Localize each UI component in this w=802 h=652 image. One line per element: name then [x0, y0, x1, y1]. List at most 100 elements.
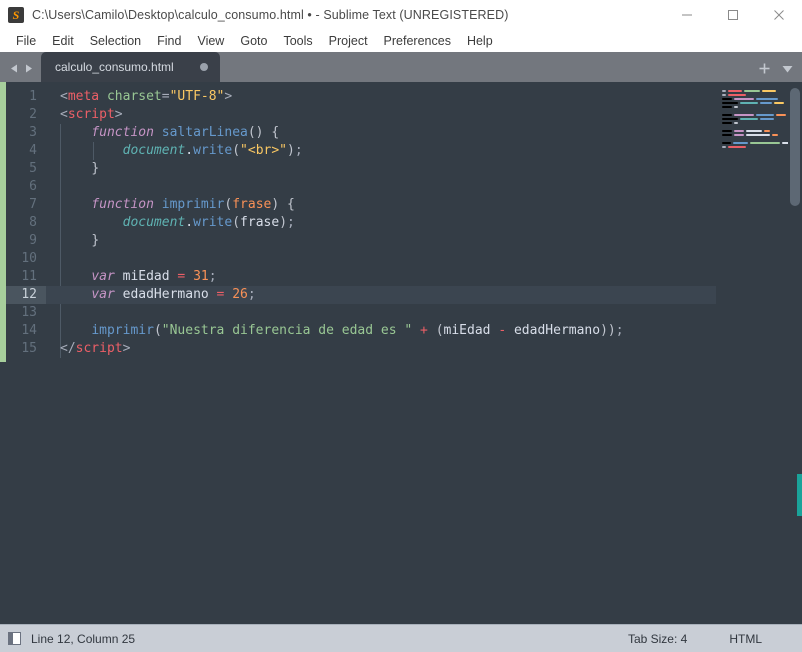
- code-line[interactable]: var miEdad = 31;: [46, 268, 716, 286]
- code-token: imprimir: [161, 197, 225, 212]
- code-line[interactable]: <meta charset="UTF-8">: [46, 88, 716, 106]
- sublime-text-window: S C:\Users\Camilo\Desktop\calculo_consum…: [0, 0, 802, 652]
- minimap-segment: [722, 118, 738, 120]
- minimap-segment: [722, 98, 732, 100]
- gutter-line-number[interactable]: 10: [0, 250, 46, 268]
- menu-edit[interactable]: Edit: [44, 32, 82, 50]
- tab-unsaved-indicator-icon[interactable]: [199, 63, 208, 71]
- gutter-line-number[interactable]: 6: [0, 178, 46, 196]
- minimap-segment: [722, 102, 738, 104]
- tab-calculo-consumo-html[interactable]: calculo_consumo.html: [41, 52, 220, 82]
- code-token: miEdad: [443, 323, 491, 338]
- gutter-line-number[interactable]: 8: [0, 214, 46, 232]
- minimap-segment: [734, 122, 738, 124]
- close-button[interactable]: [756, 0, 802, 30]
- minimap-segment: [740, 102, 758, 104]
- minimap-segment: [728, 90, 742, 92]
- tab-size-status[interactable]: Tab Size: 4: [628, 632, 687, 646]
- code-line[interactable]: }: [46, 232, 716, 250]
- minimap-line: [722, 130, 796, 132]
- code-line[interactable]: document.write("<br>");: [46, 142, 716, 160]
- maximize-button[interactable]: [710, 0, 756, 30]
- chevron-down-icon[interactable]: [781, 64, 794, 74]
- minimize-button[interactable]: [664, 0, 710, 30]
- caret-left-icon[interactable]: [9, 63, 20, 74]
- code-line[interactable]: }: [46, 160, 716, 178]
- caret-right-icon[interactable]: [23, 63, 34, 74]
- minimap-line: [722, 134, 796, 136]
- plus-icon[interactable]: [758, 62, 771, 75]
- gutter-line-number[interactable]: 3: [0, 124, 46, 142]
- minimap-line: [722, 106, 796, 108]
- gutter-line-number[interactable]: 14: [0, 322, 46, 340]
- sidebar-toggle-icon[interactable]: [8, 632, 21, 645]
- minimap-segment: [740, 118, 758, 120]
- sublime-logo-icon: S: [8, 7, 24, 23]
- gutter-line-number[interactable]: 11: [0, 268, 46, 286]
- gutter-line-number[interactable]: 5: [0, 160, 46, 178]
- minimap-line: [722, 94, 796, 96]
- minimap-segment: [756, 98, 778, 100]
- minimap-line: [722, 90, 796, 92]
- tab-label: calculo_consumo.html: [55, 60, 174, 74]
- code-token: ;: [247, 287, 256, 302]
- code-token: -: [498, 323, 507, 338]
- code-token: frase: [240, 215, 280, 230]
- code-token: .: [185, 143, 194, 158]
- code-line[interactable]: [46, 250, 716, 268]
- vertical-scrollbar[interactable]: [788, 82, 802, 624]
- minimap-segment: [760, 102, 772, 104]
- menu-selection[interactable]: Selection: [82, 32, 149, 50]
- title-bar: S C:\Users\Camilo\Desktop\calculo_consum…: [0, 0, 802, 30]
- menu-file[interactable]: File: [8, 32, 44, 50]
- menu-preferences[interactable]: Preferences: [376, 32, 459, 50]
- menu-project[interactable]: Project: [321, 32, 376, 50]
- menu-view[interactable]: View: [189, 32, 232, 50]
- gutter-line-number[interactable]: 13: [0, 304, 46, 322]
- editor-pane[interactable]: 1 2 3 4 5 6 7 8 9 10 11 12 13 14 15 <meta charset="UTF…: [0, 82, 802, 624]
- minimap-segment: [772, 134, 778, 136]
- code-line[interactable]: document.write(frase);: [46, 214, 716, 232]
- code-token: }: [91, 161, 100, 176]
- cursor-position-status[interactable]: Line 12, Column 25: [31, 632, 135, 646]
- vertical-scrollbar-thumb[interactable]: [790, 88, 800, 206]
- code-token: saltarLinea: [161, 125, 248, 140]
- gutter-line-number[interactable]: 7: [0, 196, 46, 214]
- code-line[interactable]: </script>: [46, 340, 716, 358]
- code-line[interactable]: [46, 178, 716, 196]
- code-line[interactable]: function imprimir(frase) {: [46, 196, 716, 214]
- menu-find[interactable]: Find: [149, 32, 189, 50]
- minimap-segment: [756, 114, 774, 116]
- gutter-line-number[interactable]: 15: [0, 340, 46, 358]
- gutter-line-number[interactable]: 1: [0, 88, 46, 106]
- menu-tools[interactable]: Tools: [275, 32, 320, 50]
- gutter-line-number[interactable]: 9: [0, 232, 46, 250]
- syntax-mode-status[interactable]: HTML: [729, 632, 762, 646]
- code-line[interactable]: [46, 304, 716, 322]
- code-token: ;: [294, 143, 303, 158]
- code-line[interactable]: var edadHermano = 26;: [46, 286, 716, 304]
- code-line[interactable]: imprimir("Nuestra diferencia de edad es …: [46, 322, 716, 340]
- menu-goto[interactable]: Goto: [232, 32, 275, 50]
- code-token: >: [114, 107, 123, 122]
- code-token: ;: [287, 215, 295, 230]
- minimap-segment: [746, 134, 770, 136]
- gutter-line-number[interactable]: 2: [0, 106, 46, 124]
- code-line[interactable]: <script>: [46, 106, 716, 124]
- code-content-area[interactable]: <meta charset="UTF-8"> <script> function …: [46, 82, 716, 624]
- gutter-line-number[interactable]: 4: [0, 142, 46, 160]
- menu-help[interactable]: Help: [459, 32, 501, 50]
- code-line[interactable]: function saltarLinea() {: [46, 124, 716, 142]
- gutter-line-number[interactable]: 12: [0, 286, 46, 304]
- minimap-segment: [764, 130, 770, 132]
- code-token: )): [600, 323, 616, 338]
- minimap-line: [722, 102, 796, 104]
- minimap-segment: [722, 114, 732, 116]
